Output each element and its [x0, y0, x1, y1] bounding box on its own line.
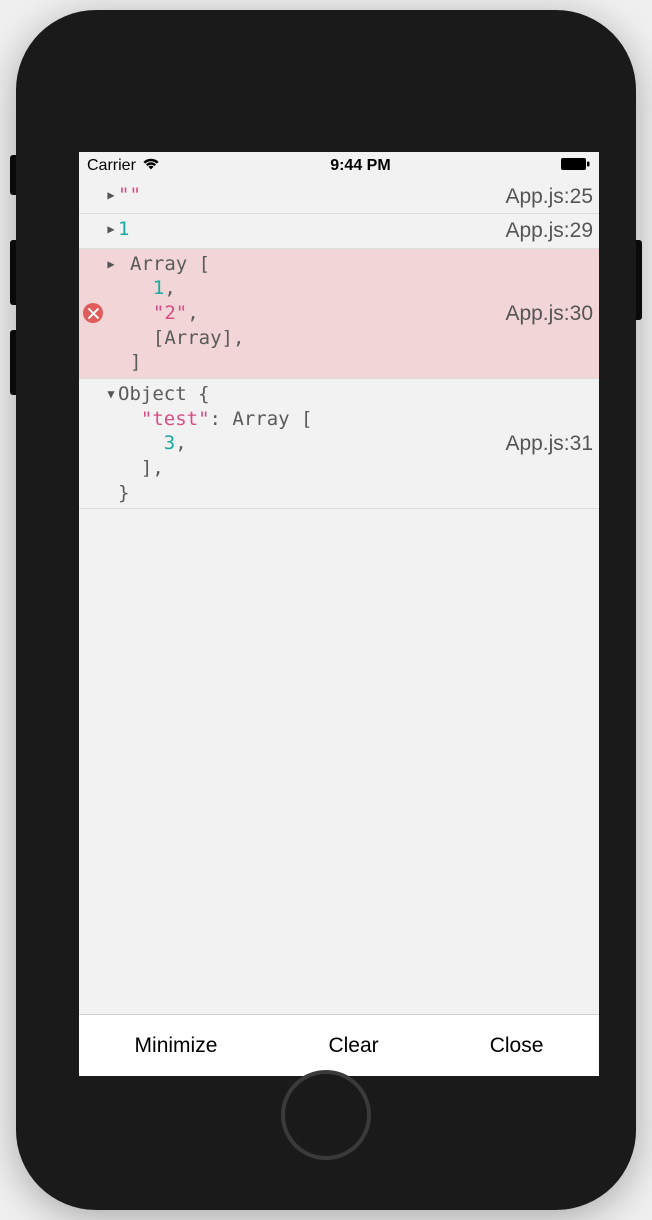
log-source[interactable]: App.js:31: [505, 430, 593, 457]
disclosure-right-icon[interactable]: ▶: [104, 217, 118, 238]
log-value: "": [118, 184, 141, 206]
minimize-button[interactable]: Minimize: [115, 1024, 238, 1067]
volume-down-button[interactable]: [10, 330, 16, 395]
volume-up-button[interactable]: [10, 240, 16, 305]
log-value: 1: [118, 218, 129, 240]
power-button[interactable]: [636, 240, 642, 320]
battery-icon: [561, 157, 591, 176]
console-panel: ▶ "" App.js:25 ▶ 1 App.js:29: [79, 180, 599, 1076]
log-row[interactable]: ▶ "" App.js:25: [79, 180, 599, 214]
log-source[interactable]: App.js:29: [505, 217, 593, 244]
wifi-icon: [142, 157, 160, 176]
disclosure-right-icon[interactable]: ▶: [104, 252, 118, 273]
carrier-label: Carrier: [87, 157, 136, 175]
log-source[interactable]: App.js:30: [505, 300, 593, 327]
log-list[interactable]: ▶ "" App.js:25 ▶ 1 App.js:29: [79, 180, 599, 1014]
log-source[interactable]: App.js:25: [505, 183, 593, 210]
disclosure-right-icon[interactable]: ▶: [104, 183, 118, 204]
log-row[interactable]: ▼ Object { "test": Array [ 3, ], } App.j…: [79, 379, 599, 509]
mute-switch[interactable]: [10, 155, 16, 195]
clock: 9:44 PM: [330, 157, 390, 175]
clear-button[interactable]: Clear: [308, 1024, 398, 1067]
error-icon: [83, 303, 103, 323]
close-button[interactable]: Close: [470, 1024, 564, 1067]
phone-frame: Carrier 9:44 PM: [16, 10, 636, 1210]
log-row[interactable]: ▶ 1 App.js:29: [79, 214, 599, 248]
disclosure-down-icon[interactable]: ▼: [104, 382, 118, 403]
home-button[interactable]: [281, 1070, 371, 1160]
status-bar: Carrier 9:44 PM: [79, 152, 599, 180]
log-content: Array [ 1, "2", [Array], ]: [118, 252, 244, 375]
log-row-error[interactable]: ▶ Array [ 1, "2", [Array], ] App.js:30: [79, 249, 599, 379]
screen: Carrier 9:44 PM: [79, 152, 599, 1076]
console-toolbar: Minimize Clear Close: [79, 1014, 599, 1076]
log-content: Object { "test": Array [ 3, ], }: [118, 382, 313, 505]
